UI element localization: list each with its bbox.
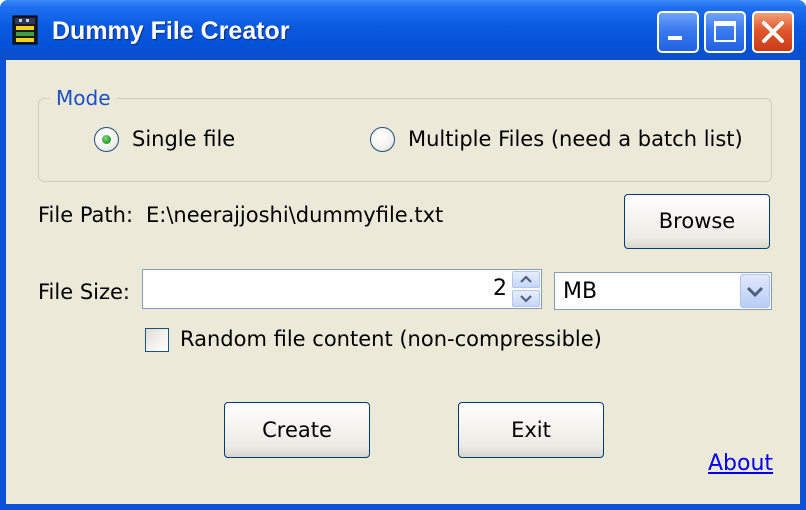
file-path-value: E:\neerajjoshi\dummyfile.txt xyxy=(146,203,444,227)
dialog-client-area: Mode Single file Multiple Files (need a … xyxy=(6,60,800,504)
exit-button[interactable]: Exit xyxy=(458,402,604,458)
app-window: Dummy File Creator Mode Single file Mult… xyxy=(0,0,806,510)
spin-up-button[interactable] xyxy=(512,271,540,288)
browse-button[interactable]: Browse xyxy=(624,194,770,249)
file-size-spinner[interactable] xyxy=(512,271,540,307)
file-path-label: File Path: xyxy=(38,203,134,227)
close-button[interactable] xyxy=(752,11,794,53)
random-content-label[interactable]: Random file content (non-compressible) xyxy=(180,326,602,352)
file-size-value: 2 xyxy=(493,276,507,301)
mode-group-legend: Mode xyxy=(50,86,117,110)
file-size-input[interactable]: 2 xyxy=(142,269,542,309)
close-icon xyxy=(762,21,784,43)
chevron-down-icon xyxy=(746,286,764,298)
file-size-label: File Size: xyxy=(38,280,130,304)
app-icon xyxy=(12,15,38,45)
size-unit-dropdown[interactable]: MB xyxy=(554,272,772,310)
window-title: Dummy File Creator xyxy=(52,17,290,45)
radio-multiple-files-label[interactable]: Multiple Files (need a batch list) xyxy=(408,126,743,152)
radio-multiple-files[interactable] xyxy=(370,127,395,152)
chevron-up-icon xyxy=(520,275,532,283)
random-content-checkbox[interactable] xyxy=(145,328,169,352)
maximize-icon xyxy=(714,21,736,42)
title-bar[interactable]: Dummy File Creator xyxy=(0,0,806,60)
radio-single-file[interactable] xyxy=(94,127,119,152)
size-unit-value: MB xyxy=(563,279,598,304)
create-button[interactable]: Create xyxy=(224,402,370,458)
maximize-button[interactable] xyxy=(704,11,746,53)
chevron-down-icon xyxy=(520,295,532,303)
radio-single-file-label[interactable]: Single file xyxy=(132,126,235,152)
about-link[interactable]: About xyxy=(708,451,773,477)
radio-selected-dot xyxy=(102,135,111,144)
spin-down-button[interactable] xyxy=(512,290,540,307)
minimize-button[interactable] xyxy=(657,11,699,53)
minimize-icon xyxy=(668,36,682,40)
dropdown-button[interactable] xyxy=(740,274,770,308)
